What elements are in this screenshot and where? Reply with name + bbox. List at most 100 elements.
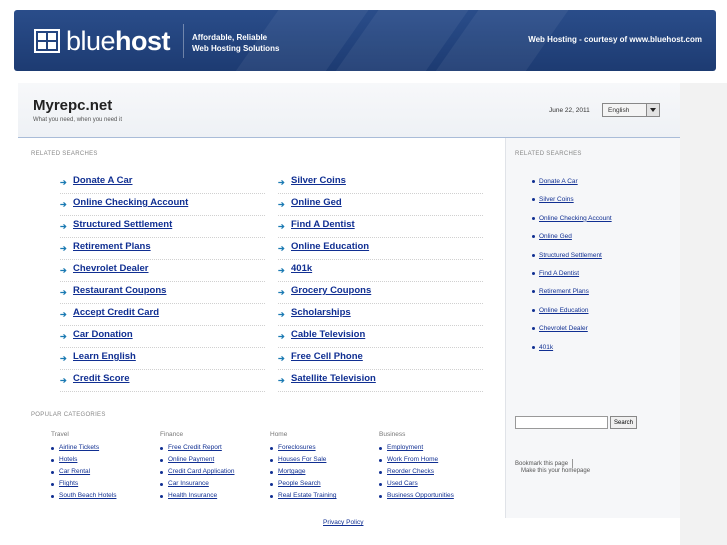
- related-link[interactable]: Restaurant Coupons: [73, 285, 166, 296]
- sidebar-link[interactable]: Retirement Plans: [539, 288, 589, 295]
- category-link[interactable]: Car Rental: [59, 468, 90, 475]
- related-item[interactable]: ➔ Cable Television: [278, 326, 483, 348]
- related-link[interactable]: Car Donation: [73, 329, 133, 340]
- category-link[interactable]: Hotels: [59, 456, 77, 463]
- bullet-icon: [160, 471, 163, 474]
- category-link[interactable]: Business Opportunities: [387, 492, 454, 499]
- language-select[interactable]: English: [602, 103, 660, 117]
- arrow-right-icon: ➔: [60, 244, 67, 253]
- related-link[interactable]: Chevrolet Dealer: [73, 263, 149, 274]
- category-link[interactable]: Foreclosures: [278, 444, 316, 451]
- arrow-right-icon: ➔: [60, 222, 67, 231]
- category-link[interactable]: Flights: [59, 480, 78, 487]
- related-link[interactable]: Online Ged: [291, 197, 342, 208]
- related-item[interactable]: ➔ Free Cell Phone: [278, 348, 483, 370]
- related-item[interactable]: ➔ 401k: [278, 260, 483, 282]
- related-link[interactable]: Structured Settlement: [73, 219, 172, 230]
- related-item[interactable]: ➔ Retirement Plans: [60, 238, 265, 260]
- sidebar-link[interactable]: 401k: [539, 344, 553, 351]
- category-link[interactable]: Work From Home: [387, 456, 438, 463]
- related-item[interactable]: ➔ Chevrolet Dealer: [60, 260, 265, 282]
- arrow-right-icon: ➔: [60, 310, 67, 319]
- page-edge: [680, 83, 727, 545]
- bullet-icon: [379, 495, 382, 498]
- related-link[interactable]: Online Checking Account: [73, 197, 188, 208]
- related-item[interactable]: ➔ Grocery Coupons: [278, 282, 483, 304]
- category-link[interactable]: Credit Card Application: [168, 468, 234, 475]
- bullet-icon: [51, 447, 54, 450]
- arrow-right-icon: ➔: [278, 376, 285, 385]
- arrow-right-icon: ➔: [278, 354, 285, 363]
- category-link[interactable]: People Search: [278, 480, 321, 487]
- related-link[interactable]: Find A Dentist: [291, 219, 355, 230]
- related-link[interactable]: Cable Television: [291, 329, 365, 340]
- related-item[interactable]: ➔ Find A Dentist: [278, 216, 483, 238]
- bullet-icon: [160, 495, 163, 498]
- related-item[interactable]: ➔ Credit Score: [60, 370, 265, 392]
- bluehost-logo[interactable]: bluehost: [34, 27, 171, 55]
- related-item[interactable]: ➔ Donate A Car: [60, 172, 265, 194]
- category-link[interactable]: Car Insurance: [168, 480, 209, 487]
- category-link[interactable]: Airline Tickets: [59, 444, 99, 451]
- bullet-icon: [270, 483, 273, 486]
- arrow-right-icon: ➔: [278, 244, 285, 253]
- related-link[interactable]: Grocery Coupons: [291, 285, 371, 296]
- related-item[interactable]: ➔ Online Education: [278, 238, 483, 260]
- search-input[interactable]: [515, 416, 608, 429]
- related-link[interactable]: Silver Coins: [291, 175, 346, 186]
- sidebar-link[interactable]: Find A Dentist: [539, 270, 579, 277]
- related-link[interactable]: Retirement Plans: [73, 241, 151, 252]
- category-link[interactable]: Free Credit Report: [168, 444, 222, 451]
- related-link[interactable]: Credit Score: [73, 373, 130, 384]
- category-link[interactable]: Mortgage: [278, 468, 305, 475]
- related-item[interactable]: ➔ Accept Credit Card: [60, 304, 265, 326]
- bullet-icon: [160, 447, 163, 450]
- bullet-icon: [532, 253, 535, 257]
- bookmark-link[interactable]: Bookmark this page: [515, 459, 574, 468]
- related-item[interactable]: ➔ Restaurant Coupons: [60, 282, 265, 304]
- sidebar-link[interactable]: Online Checking Account: [539, 215, 612, 222]
- privacy-policy-link[interactable]: Privacy Policy: [323, 519, 363, 526]
- sidebar-link[interactable]: Chevrolet Dealer: [539, 325, 588, 332]
- chevron-down-icon[interactable]: [646, 104, 659, 116]
- bullet-icon: [532, 345, 535, 349]
- category-link[interactable]: Real Estate Training: [278, 492, 337, 499]
- sidebar-link[interactable]: Donate A Car: [539, 178, 578, 185]
- related-link[interactable]: Accept Credit Card: [73, 307, 159, 318]
- related-link[interactable]: Scholarships: [291, 307, 351, 318]
- related-link[interactable]: 401k: [291, 263, 312, 274]
- related-item[interactable]: ➔ Satellite Television: [278, 370, 483, 392]
- sidebar-link[interactable]: Online Education: [539, 307, 589, 314]
- related-item[interactable]: ➔ Scholarships: [278, 304, 483, 326]
- related-link[interactable]: Online Education: [291, 241, 369, 252]
- bullet-icon: [379, 459, 382, 462]
- bullet-icon: [270, 495, 273, 498]
- related-link[interactable]: Satellite Television: [291, 373, 376, 384]
- sidebar-link[interactable]: Silver Coins: [539, 196, 574, 203]
- category-link[interactable]: South Beach Hotels: [59, 492, 116, 499]
- related-link[interactable]: Learn English: [73, 351, 136, 362]
- category-link[interactable]: Health Insurance: [168, 492, 217, 499]
- related-link[interactable]: Free Cell Phone: [291, 351, 363, 362]
- category-link[interactable]: Reorder Checks: [387, 468, 434, 475]
- sidebar-link[interactable]: Online Ged: [539, 233, 572, 240]
- related-item[interactable]: ➔ Online Ged: [278, 194, 483, 216]
- category-link[interactable]: Used Cars: [387, 480, 418, 487]
- category-link[interactable]: Houses For Sale: [278, 456, 326, 463]
- bullet-icon: [270, 471, 273, 474]
- arrow-right-icon: ➔: [278, 310, 285, 319]
- category-link[interactable]: Employment: [387, 444, 423, 451]
- sidebar-link[interactable]: Structured Settlement: [539, 252, 602, 259]
- related-item[interactable]: ➔ Silver Coins: [278, 172, 483, 194]
- related-item[interactable]: ➔ Online Checking Account: [60, 194, 265, 216]
- homepage-link[interactable]: Make this your homepage: [521, 468, 590, 474]
- bluehost-banner[interactable]: bluehost Affordable, Reliable Web Hostin…: [14, 10, 716, 71]
- search-button[interactable]: Search: [610, 416, 637, 429]
- related-link[interactable]: Donate A Car: [73, 175, 132, 186]
- related-item[interactable]: ➔ Learn English: [60, 348, 265, 370]
- arrow-right-icon: ➔: [278, 332, 285, 341]
- arrow-right-icon: ➔: [278, 178, 285, 187]
- category-link[interactable]: Online Payment: [168, 456, 214, 463]
- related-item[interactable]: ➔ Structured Settlement: [60, 216, 265, 238]
- related-item[interactable]: ➔ Car Donation: [60, 326, 265, 348]
